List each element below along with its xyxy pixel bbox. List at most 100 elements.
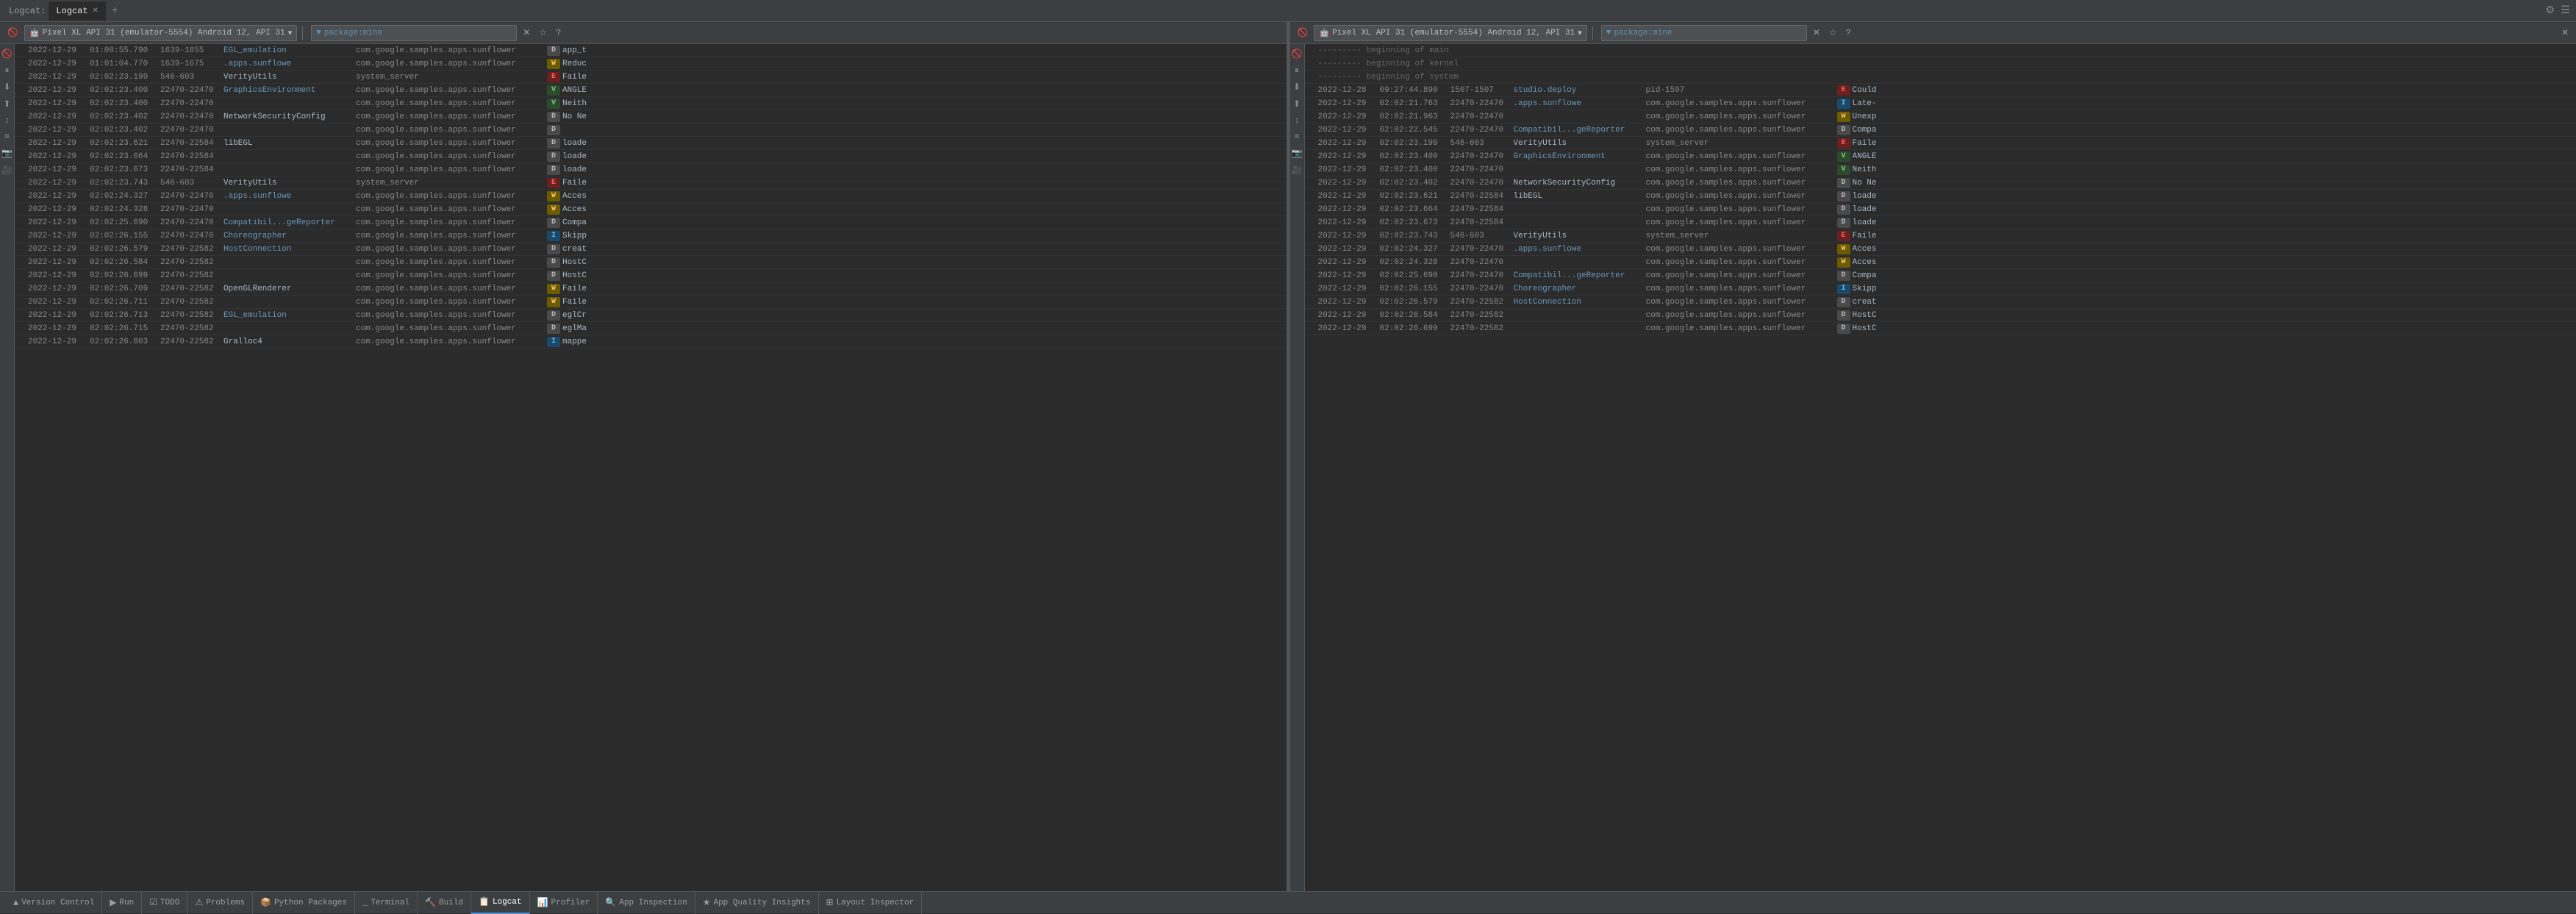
filter-input-area[interactable]: ▼package:mine (1601, 25, 1807, 41)
log-tag[interactable]: Compatibil...geReporter (1514, 271, 1646, 280)
log-row[interactable]: 2022-12-2902:02:26.69922470-22582com.goo… (15, 269, 1287, 282)
clear-logcat-button[interactable]: 🚫 (1295, 26, 1312, 40)
log-row[interactable]: 2022-12-2902:02:26.15522470-22470Choreog… (15, 229, 1287, 243)
log-row[interactable]: 2022-12-2902:02:23.40022470-22470Graphic… (1305, 150, 2576, 163)
bottom-item-run[interactable]: ▶Run (102, 892, 142, 914)
log-row[interactable]: 2022-12-2902:02:21.76322470-22470.apps.s… (1305, 97, 2576, 110)
log-row[interactable]: 2022-12-2902:02:26.58422470-22582com.goo… (1305, 309, 2576, 322)
log-row[interactable]: 2022-12-2902:02:25.69022470-22470Compati… (1305, 269, 2576, 282)
bookmark-button[interactable]: ☆ (1826, 26, 1840, 40)
log-tag[interactable]: GraphicsEnvironment (1514, 152, 1646, 161)
filter-options-icon[interactable]: ≡ (1290, 132, 1303, 142)
clear-logcat-button[interactable]: 🚫 (4, 26, 21, 40)
tab-close-icon[interactable]: ✕ (93, 7, 99, 15)
scroll-up-icon[interactable]: ⬆ (1, 99, 14, 110)
log-row[interactable]: 2022-12-2809:27:44.8901507-1507studio.de… (1305, 84, 2576, 97)
log-row[interactable]: 2022-12-2902:02:23.40022470-22470com.goo… (1305, 163, 2576, 176)
log-tag[interactable]: .apps.sunflowe (223, 192, 356, 201)
clear-icon[interactable]: 🚫 (1290, 49, 1303, 60)
clear-filter-button[interactable]: ✕ (520, 26, 533, 40)
bottom-item-build[interactable]: 🔨Build (418, 892, 471, 914)
log-row[interactable]: 2022-12-2902:02:23.743546-603VerityUtils… (1305, 229, 2576, 243)
log-row[interactable]: 2022-12-2902:02:23.743546-603VerityUtils… (15, 176, 1287, 190)
log-row[interactable]: 2022-12-2902:02:23.40022470-22470Graphic… (15, 84, 1287, 97)
log-row[interactable]: 2022-12-2902:02:23.40222470-22470Network… (1305, 176, 2576, 190)
bottom-item-python-packages[interactable]: 📦Python Packages (253, 892, 355, 914)
device-selector[interactable]: 🤖Pixel XL API 31 (emulator-5554) Android… (24, 25, 297, 41)
log-row[interactable]: 2022-12-2902:02:26.57922470-22582HostCon… (1305, 296, 2576, 309)
log-row[interactable]: 2022-12-2902:02:26.80322470-22582Gralloc… (15, 335, 1287, 349)
filter-options-icon[interactable]: ≡ (1, 132, 14, 142)
log-row[interactable]: 2022-12-2902:02:23.62122470-22584libEGLc… (1305, 190, 2576, 203)
clear-icon[interactable]: 🚫 (1, 49, 14, 60)
log-row[interactable]: 2022-12-2902:02:23.40222470-22470com.goo… (15, 124, 1287, 137)
log-row[interactable]: 2022-12-2902:02:26.58422470-22582com.goo… (15, 256, 1287, 269)
bottom-item-problems[interactable]: ⚠Problems (187, 892, 253, 914)
log-tag[interactable]: Choreographer (223, 232, 356, 240)
pause-icon[interactable]: ⏸ (1290, 65, 1303, 76)
log-tag[interactable]: .apps.sunflowe (223, 60, 356, 68)
log-area[interactable]: --------- beginning of main--------- beg… (1305, 44, 2576, 891)
log-tag[interactable]: EGL_emulation (223, 46, 356, 55)
clear-right-button[interactable]: ✕ (2558, 26, 2572, 40)
log-row[interactable]: 2022-12-2902:02:23.199546-603VerityUtils… (15, 71, 1287, 84)
tab-add-button[interactable]: + (107, 5, 122, 17)
log-row[interactable]: 2022-12-2902:02:23.40022470-22470com.goo… (15, 97, 1287, 110)
bottom-item-app-quality[interactable]: ★App Quality Insights (695, 892, 819, 914)
scroll-up-icon[interactable]: ⬆ (1290, 99, 1303, 110)
log-row[interactable]: 2022-12-2901:00:55.7901639-1855EGL_emula… (15, 44, 1287, 57)
log-row[interactable]: 2022-12-2902:02:26.69922470-22582com.goo… (1305, 322, 2576, 335)
log-tag[interactable]: GraphicsEnvironment (223, 86, 356, 95)
tab-logcat[interactable]: Logcat ✕ (49, 1, 106, 21)
scroll-down-icon[interactable]: ⬇ (1290, 82, 1303, 93)
bottom-item-terminal[interactable]: _Terminal (355, 892, 418, 914)
log-row[interactable]: 2022-12-2902:02:24.32722470-22470.apps.s… (15, 190, 1287, 203)
log-row[interactable]: 2022-12-2902:02:26.71322470-22582EGL_emu… (15, 309, 1287, 322)
log-area[interactable]: 2022-12-2901:00:55.7901639-1855EGL_emula… (15, 44, 1287, 891)
log-tag[interactable]: Compatibil...geReporter (1514, 126, 1646, 135)
help-button[interactable]: ? (1843, 26, 1854, 40)
log-row[interactable]: 2022-12-2902:02:23.62122470-22584libEGLc… (15, 137, 1287, 150)
log-row[interactable]: 2022-12-2902:02:24.32822470-22470com.goo… (15, 203, 1287, 216)
screenshot-icon[interactable]: 📷 (1, 148, 14, 159)
log-row[interactable]: 2022-12-2902:02:23.66422470-22584com.goo… (1305, 203, 2576, 216)
log-row[interactable]: 2022-12-2902:02:26.70922470-22582OpenGLR… (15, 282, 1287, 296)
log-row[interactable]: 2022-12-2902:02:26.57922470-22582HostCon… (15, 243, 1287, 256)
filter-input-area[interactable]: ▼package:mine (311, 25, 517, 41)
pause-icon[interactable]: ⏸ (1, 65, 14, 76)
log-row[interactable]: 2022-12-2902:02:23.199546-603VerityUtils… (1305, 137, 2576, 150)
screenshot-icon[interactable]: 📷 (1290, 148, 1303, 159)
log-row[interactable]: 2022-12-2902:02:23.67322470-22584com.goo… (1305, 216, 2576, 229)
bookmark-button[interactable]: ☆ (536, 26, 550, 40)
log-row[interactable]: 2022-12-2902:02:26.71522470-22582com.goo… (15, 322, 1287, 335)
log-row[interactable]: 2022-12-2902:02:22.54522470-22470Compati… (1305, 124, 2576, 137)
device-selector[interactable]: 🤖Pixel XL API 31 (emulator-5554) Android… (1314, 25, 1586, 41)
scroll-down-icon[interactable]: ⬇ (1, 82, 14, 93)
log-tag[interactable]: Compatibil...geReporter (223, 218, 356, 227)
log-row[interactable]: 2022-12-2902:02:23.40222470-22470Network… (15, 110, 1287, 124)
log-row[interactable]: 2022-12-2902:02:23.67322470-22584com.goo… (15, 163, 1287, 176)
log-row[interactable]: 2022-12-2902:02:24.32722470-22470.apps.s… (1305, 243, 2576, 256)
bottom-item-profiler[interactable]: 📊Profiler (530, 892, 598, 914)
log-tag[interactable]: studio.deploy (1514, 86, 1646, 95)
log-row[interactable]: 2022-12-2902:02:23.66422470-22584com.goo… (15, 150, 1287, 163)
log-tag[interactable]: EGL_emulation (223, 311, 356, 320)
log-row[interactable]: 2022-12-2901:01:04.7701639-1675.apps.sun… (15, 57, 1287, 71)
bottom-item-todo[interactable]: ☑TODO (142, 892, 187, 914)
record-icon[interactable]: 🎥 (1290, 165, 1303, 176)
log-tag[interactable]: HostConnection (1514, 298, 1646, 307)
log-row[interactable]: 2022-12-2902:02:26.71122470-22582com.goo… (15, 296, 1287, 309)
bottom-item-app-inspection[interactable]: 🔍App Inspection (598, 892, 695, 914)
bottom-item-logcat[interactable]: 📋Logcat (471, 892, 530, 914)
format-icon[interactable]: ↕ (1, 115, 14, 126)
record-icon[interactable]: 🎥 (1, 165, 14, 176)
log-row[interactable]: 2022-12-2902:02:25.69022470-22470Compati… (15, 216, 1287, 229)
log-row[interactable]: 2022-12-2902:02:24.32822470-22470com.goo… (1305, 256, 2576, 269)
settings-icon[interactable]: ⚙ ☰ (2545, 4, 2570, 17)
log-tag[interactable]: .apps.sunflowe (1514, 245, 1646, 254)
log-row[interactable]: 2022-12-2902:02:26.15522470-22470Choreog… (1305, 282, 2576, 296)
clear-filter-button[interactable]: ✕ (1810, 26, 1823, 40)
log-tag[interactable]: Choreographer (1514, 285, 1646, 293)
bottom-item-layout-inspector[interactable]: ⊞Layout Inspector (819, 892, 923, 914)
log-tag[interactable]: HostConnection (223, 245, 356, 254)
